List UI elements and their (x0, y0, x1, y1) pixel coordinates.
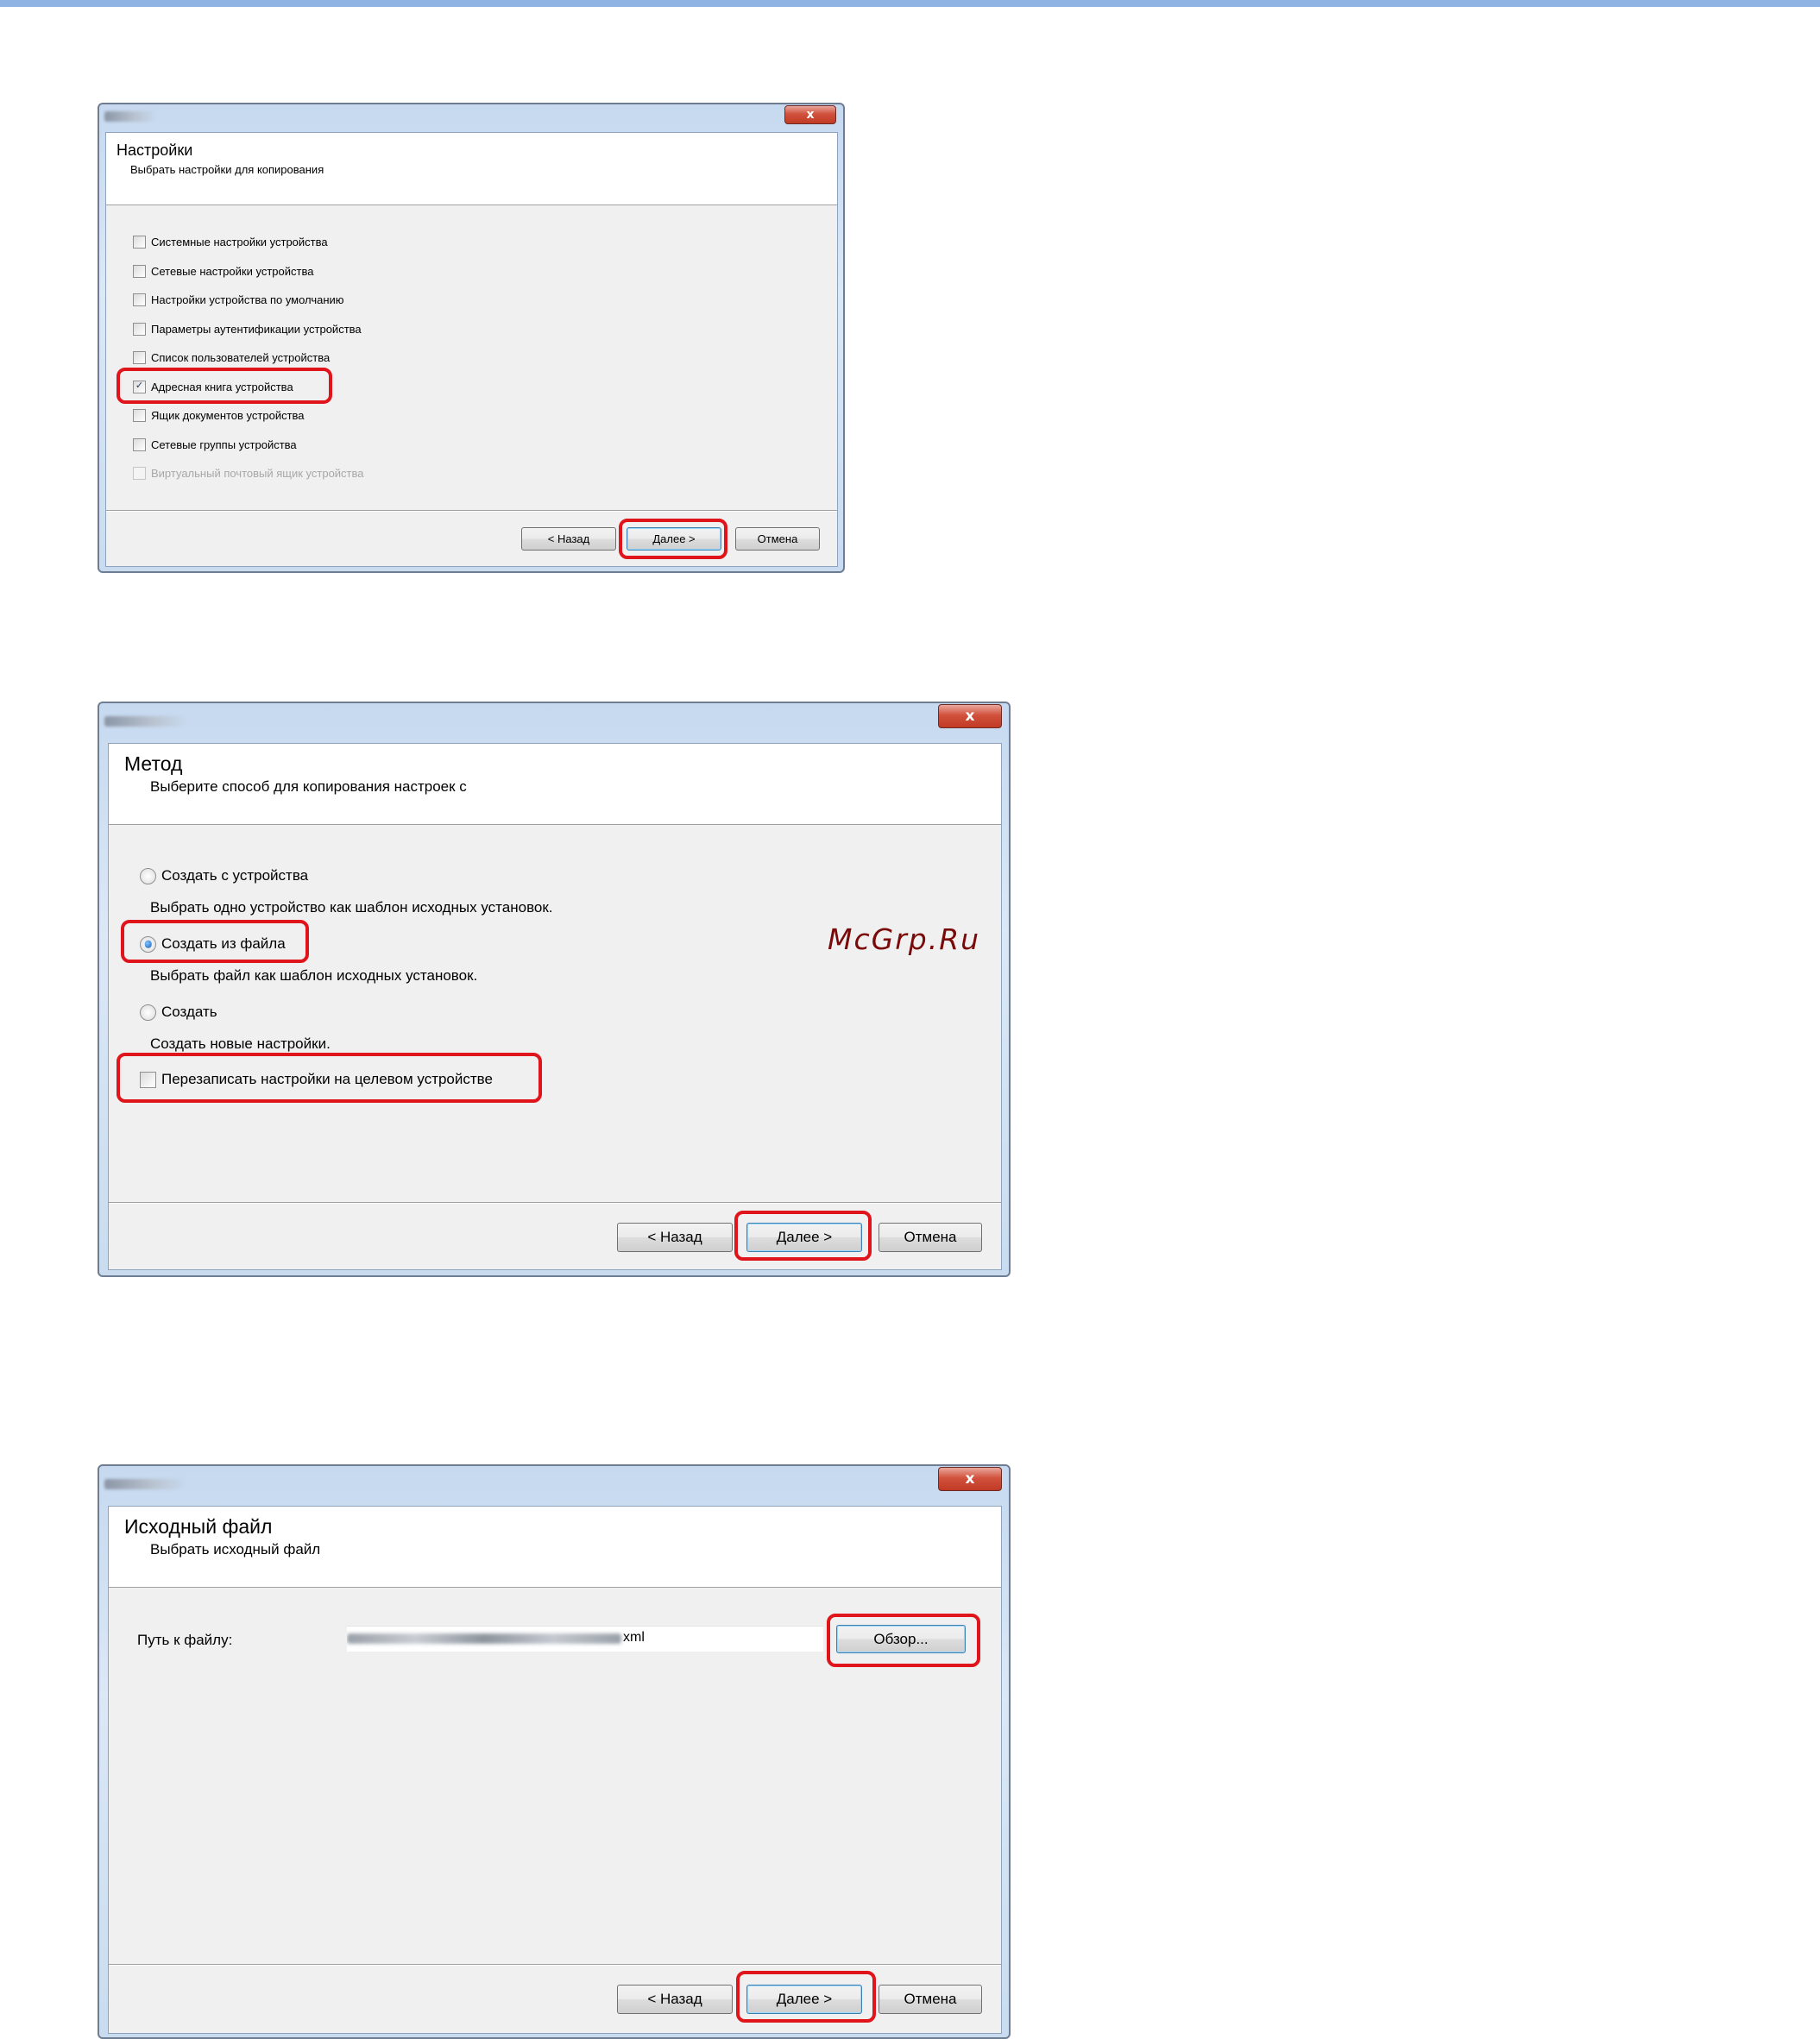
dialog-titlebar[interactable]: x (99, 1466, 1009, 1495)
page-subtitle: Выберите способ для копирования настроек… (150, 778, 467, 795)
checkbox-network-groups[interactable]: Сетевые группы устройства (133, 438, 297, 451)
blurred-file-path (347, 1633, 621, 1644)
blurred-window-title (104, 111, 156, 122)
blurred-window-title (104, 1479, 186, 1489)
dialog-client-area: Исходный файл Выбрать исходный файл Путь… (108, 1506, 1002, 2034)
checkbox-box[interactable] (133, 409, 146, 422)
radio-description: Выбрать файл как шаблон исходных установ… (150, 967, 478, 984)
close-button[interactable]: x (784, 105, 836, 124)
checkbox-box[interactable] (133, 323, 146, 336)
file-path-input[interactable]: xml (347, 1626, 823, 1652)
method-dialog: x Метод Выберите способ для копирования … (98, 702, 1011, 1277)
checkbox-label: Список пользователей устройства (151, 351, 331, 364)
highlight-next-button (734, 1211, 872, 1261)
highlight-address-book (117, 368, 332, 404)
checkbox-label: Настройки устройства по умолчанию (151, 293, 344, 306)
radio-create-from-device[interactable]: Создать с устройства (140, 867, 308, 884)
watermark: McGrp.Ru (828, 922, 981, 956)
footer-separator (106, 510, 837, 512)
checkbox-network-settings[interactable]: Сетевые настройки устройства (133, 265, 313, 278)
radio-label: Создать с устройства (161, 867, 309, 884)
dialog-titlebar[interactable]: x (99, 703, 1009, 733)
cancel-button[interactable]: Отмена (879, 1985, 982, 2014)
page-title: Исходный файл (124, 1515, 273, 1538)
radio-description: Выбрать одно устройство как шаблон исход… (150, 899, 553, 916)
radio-button[interactable] (140, 867, 156, 884)
file-path-label: Путь к файлу: (137, 1632, 233, 1648)
file-extension: xml (623, 1630, 645, 1645)
checkbox-label: Виртуальный почтовый ящик устройства (151, 467, 364, 480)
page-subtitle: Выбрать настройки для копирования (130, 163, 324, 176)
checkbox-system-settings[interactable]: Системные настройки устройства (133, 236, 328, 249)
checkbox-box[interactable] (133, 293, 146, 306)
checkbox-label: Сетевые группы устройства (151, 438, 297, 451)
radio-description: Создать новые настройки. (150, 1035, 331, 1052)
dialog-client-area: Настройки Выбрать настройки для копирова… (105, 132, 838, 567)
back-button[interactable]: < Назад (521, 527, 616, 551)
page-subtitle: Выбрать исходный файл (150, 1541, 321, 1558)
wizard-header: Настройки Выбрать настройки для копирова… (106, 133, 837, 205)
back-button[interactable]: < Назад (617, 1223, 733, 1252)
source-file-dialog: x Исходный файл Выбрать исходный файл Пу… (98, 1464, 1011, 2039)
checkbox-box[interactable] (133, 265, 146, 278)
checkbox-default-settings[interactable]: Настройки устройства по умолчанию (133, 293, 344, 306)
back-button[interactable]: < Назад (617, 1985, 733, 2014)
highlight-next-button (736, 1971, 876, 2023)
highlight-browse-button (827, 1614, 980, 1667)
checkbox-virtual-mailbox: Виртуальный почтовый ящик устройства (133, 467, 364, 480)
page-top-accent-bar (0, 0, 1820, 7)
dialog-titlebar[interactable]: x (99, 104, 843, 127)
close-button[interactable]: x (938, 704, 1002, 728)
wizard-header: Метод Выберите способ для копирования на… (109, 744, 1001, 825)
blurred-window-title (104, 716, 186, 727)
cancel-button[interactable]: Отмена (735, 527, 820, 551)
checkbox-box-disabled (133, 467, 146, 480)
radio-label: Создать (161, 1004, 217, 1020)
page-title: Метод (124, 752, 183, 775)
checkbox-label: Сетевые настройки устройства (151, 265, 314, 278)
checkbox-label: Системные настройки устройства (151, 236, 328, 249)
radio-button[interactable] (140, 1004, 156, 1021)
page-title: Настройки (117, 142, 193, 159)
radio-create-new[interactable]: Создать (140, 1004, 217, 1021)
highlight-create-from-file (121, 920, 309, 963)
checkbox-user-list[interactable]: Список пользователей устройства (133, 351, 330, 364)
settings-dialog: x Настройки Выбрать настройки для копиро… (98, 103, 845, 573)
checkbox-box[interactable] (133, 236, 146, 249)
close-button[interactable]: x (938, 1467, 1002, 1491)
highlight-next-button (619, 519, 727, 559)
wizard-header: Исходный файл Выбрать исходный файл (109, 1507, 1001, 1588)
cancel-button[interactable]: Отмена (879, 1223, 982, 1252)
checkbox-label: Параметры аутентификации устройства (151, 323, 362, 336)
checkbox-authentication-params[interactable]: Параметры аутентификации устройства (133, 323, 362, 336)
checkbox-box[interactable] (133, 351, 146, 364)
checkbox-box[interactable] (133, 438, 146, 451)
checkbox-label: Ящик документов устройства (151, 409, 305, 422)
checkbox-document-box[interactable]: Ящик документов устройства (133, 409, 305, 422)
footer-separator (109, 1964, 1001, 1966)
highlight-overwrite-checkbox (117, 1053, 542, 1103)
dialog-client-area: Метод Выберите способ для копирования на… (108, 743, 1002, 1270)
footer-separator (109, 1202, 1001, 1204)
